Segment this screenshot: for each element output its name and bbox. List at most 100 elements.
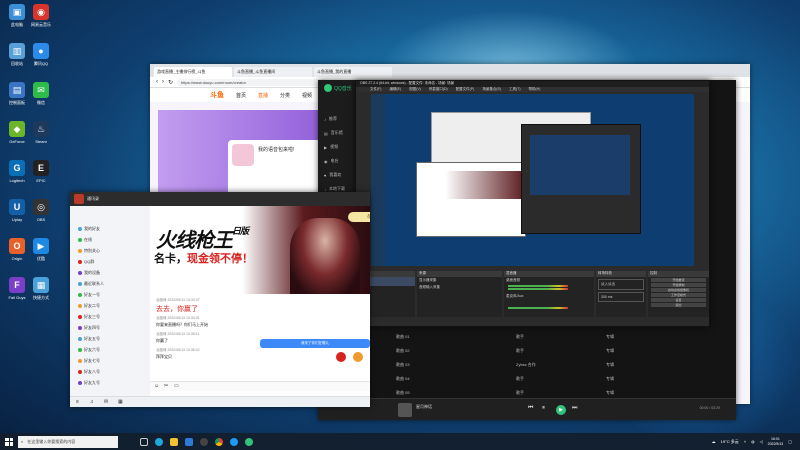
desktop-icon[interactable]: ▶ 优酷 [26, 238, 56, 272]
obs-menu-item[interactable]: 编辑(E) [389, 87, 401, 92]
desktop-icon[interactable]: ● 腾讯QQ [26, 43, 56, 77]
desktop-icon[interactable]: ♨ Steam [26, 121, 56, 155]
desktop-icon[interactable]: ✉ 微信 [26, 82, 56, 116]
start-button[interactable] [0, 433, 18, 450]
browser-tab[interactable]: 游戏直播_主播排行榜_斗鱼 [154, 67, 232, 77]
start-recording-button[interactable]: 开始录制 [651, 283, 706, 287]
url-input[interactable]: https://www.douyu.com/room/creator [177, 78, 328, 86]
contact-item[interactable]: 好友四号 [78, 325, 100, 331]
desktop-icon[interactable]: E EPIC [26, 160, 56, 194]
obs-preview[interactable] [371, 94, 694, 266]
next-track-icon[interactable]: ⏭ [572, 405, 577, 412]
contact-item[interactable]: 在线 [78, 237, 92, 243]
clock[interactable]: 16:01 2022/5/13 [768, 437, 784, 446]
qqmusic-nav-item[interactable]: ▶ 视频 [324, 144, 338, 150]
nav-link[interactable]: 直播 [258, 92, 268, 99]
scissors-icon[interactable]: ✂ [164, 383, 168, 389]
contact-item[interactable]: 我的好友 [78, 226, 100, 232]
emoji-icon[interactable]: ☺ [154, 383, 159, 389]
qqmusic-nav-item[interactable]: ♪ 推荐 [324, 116, 337, 122]
nav-link[interactable]: 视频 [302, 92, 312, 99]
obs-menu-item[interactable]: 配置文件(P) [456, 87, 475, 92]
forward-icon[interactable]: › [162, 79, 164, 85]
volume-icon[interactable]: ◁ [760, 439, 763, 444]
refresh-icon[interactable]: ↻ [168, 79, 173, 86]
chrome-icon[interactable] [211, 433, 226, 450]
contact-item[interactable]: 好友二号 [78, 303, 100, 309]
qqmusic-nav-item[interactable]: ◉ 电台 [324, 158, 339, 164]
contact-item[interactable]: 我的设备 [78, 270, 100, 276]
weather-icon[interactable]: ☁ [712, 439, 716, 444]
obs-menu-item[interactable]: 停靠窗口(D) [429, 87, 448, 92]
settings-button[interactable]: 设置 [651, 298, 706, 302]
contact-item[interactable]: 好友七号 [78, 358, 100, 364]
contact-item[interactable]: 好友一号 [78, 292, 100, 298]
contact-item[interactable]: 好友三号 [78, 314, 100, 320]
qqmusic-nav-item[interactable]: ▤ 音乐馆 [324, 130, 343, 136]
exit-button[interactable]: 退出 [651, 303, 706, 307]
browser-tab[interactable]: 斗鱼直播_斗鱼直播间 [234, 67, 312, 77]
network-icon[interactable]: ◍ [751, 439, 755, 444]
song-row[interactable]: 歌曲 04 歌手 专辑 [396, 372, 720, 385]
contact-item[interactable]: 好友六号 [78, 347, 100, 353]
speaker-icon[interactable]: ♫ [90, 399, 94, 405]
folder-icon[interactable]: ▭ [174, 383, 179, 389]
ad-claim-button[interactable]: 尽享日版福利 限时领 [348, 212, 370, 222]
edge-icon[interactable] [151, 433, 166, 450]
obs-window[interactable]: OBS 27.2.4 (64-bit, windows) - 配置文件: 未命名… [355, 80, 710, 327]
prev-track-icon[interactable]: ⏮ [528, 405, 533, 412]
obs-menu-item[interactable]: 场景集合(S) [482, 87, 501, 92]
back-icon[interactable]: ‹ [156, 79, 158, 85]
game-ad-banner[interactable]: 火线枪王日版 名卡，现金领不停！ 尽享日版福利 限时领 [150, 206, 370, 294]
site-logo[interactable]: 斗鱼 [210, 90, 224, 100]
source-item[interactable]: 音频输入采集 [417, 284, 502, 291]
source-item[interactable]: 显示器采集 [417, 277, 502, 284]
contact-item[interactable]: 好友八号 [78, 369, 100, 375]
desktop-icon[interactable]: ◉ 网易云音乐 [26, 4, 56, 38]
contact-item[interactable]: 好友九号 [78, 380, 100, 386]
qq-taskbar-icon[interactable] [226, 433, 241, 450]
desktop-icon[interactable]: ◎ OBS [26, 199, 56, 233]
avatar[interactable] [74, 194, 84, 204]
contact-item[interactable]: 好友五号 [78, 336, 100, 342]
desktop-icon[interactable]: ▦ 快捷方式 [26, 277, 56, 311]
obs-taskbar-icon[interactable] [196, 433, 211, 450]
start-streaming-button[interactable]: 开始推流 [651, 278, 706, 282]
contact-item[interactable]: 最近联系人 [78, 281, 104, 287]
virtual-camera-button[interactable]: 启动虚拟摄像机 [651, 288, 706, 292]
taskbar-search[interactable]: ⌕ 在这里输入你要搜索的内容 [18, 435, 118, 448]
nav-link[interactable]: 分类 [280, 92, 290, 99]
app-icon: O [9, 238, 25, 254]
explorer-icon[interactable] [166, 433, 181, 450]
qq-chat-window[interactable]: 通讯录 我的好友 在线 特别关心 QQ群 我的设备 最近联系人 好友一号 好友二号 好友三号 好友… [70, 192, 370, 407]
qqmusic-nav-item[interactable]: ♥ 我喜欢 [324, 172, 341, 178]
obs-menu-item[interactable]: 文件(F) [370, 87, 381, 92]
qqmusic-taskbar-icon[interactable] [241, 433, 256, 450]
menu-icon[interactable]: ≡ [76, 399, 79, 405]
nav-link[interactable]: 首页 [236, 92, 246, 99]
mail-icon[interactable]: ✉ [104, 399, 108, 405]
duration-field[interactable]: 300 ms [598, 292, 644, 302]
notification-icon[interactable]: ▢ [788, 439, 792, 444]
song-row[interactable]: 歌曲 03 Zybss 合作 专辑 [396, 358, 720, 371]
task-view-icon[interactable] [136, 433, 151, 450]
pause-icon[interactable]: ⏸ [542, 405, 545, 412]
song-row[interactable]: 歌曲 01 歌手 专辑 [396, 330, 720, 343]
contact-item[interactable]: QQ群 [78, 259, 94, 265]
download-icon: ↓ [324, 186, 326, 192]
contact-item[interactable]: 特别关心 [78, 248, 100, 254]
gift-icon[interactable] [353, 352, 363, 362]
studio-mode-button[interactable]: 工作室模式 [651, 293, 706, 297]
grid-icon[interactable]: ▦ [118, 399, 123, 405]
desktop-icon-label: Steam [35, 139, 47, 144]
browser-tab[interactable]: 斗鱼直播_我的直播 [314, 67, 392, 77]
play-button[interactable]: ▶ [556, 405, 566, 415]
red-packet-icon[interactable] [336, 352, 346, 362]
obs-menu-item[interactable]: 视图(V) [409, 87, 421, 92]
obs-menu-item[interactable]: 工具(T) [509, 87, 520, 92]
obs-menu-item[interactable]: 帮助(H) [529, 87, 541, 92]
store-icon[interactable] [181, 433, 196, 450]
transition-select[interactable]: 淡入淡出 [598, 279, 644, 290]
song-row[interactable]: 歌曲 02 歌手 专辑 [396, 344, 720, 357]
chevron-up-icon[interactable]: ˄ [744, 439, 746, 444]
